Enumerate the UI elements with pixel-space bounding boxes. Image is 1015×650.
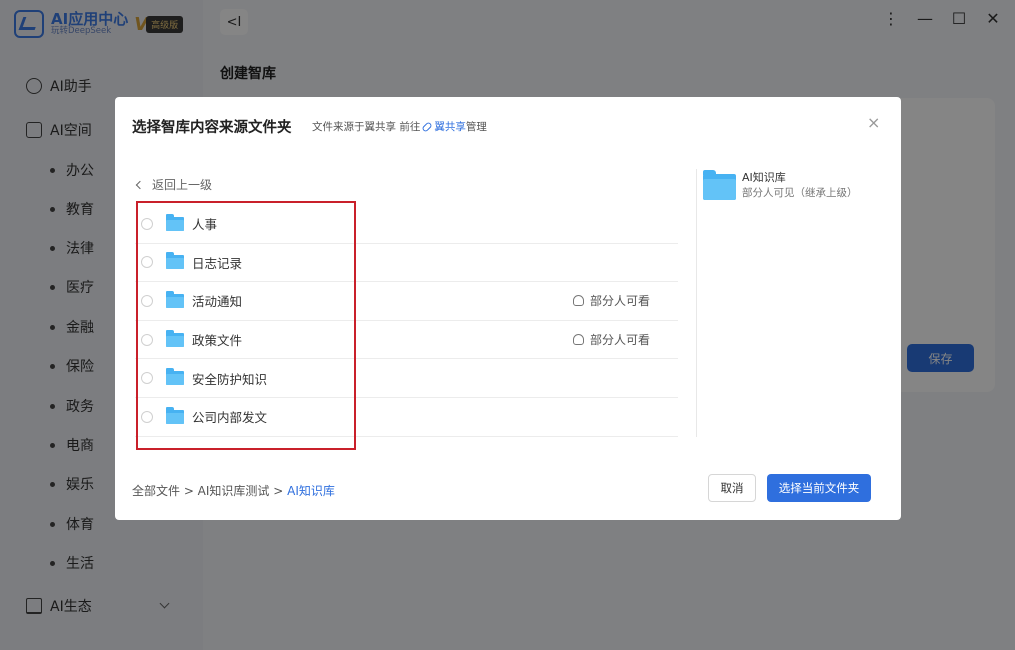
folder-name: 人事 — [192, 217, 218, 233]
folder-row[interactable]: 人事 — [135, 205, 678, 244]
back-to-parent-button[interactable]: 返回上一级 — [135, 176, 213, 193]
link-label: 翼共享 — [434, 121, 466, 133]
folder-radio[interactable] — [141, 372, 153, 385]
folder-icon — [166, 213, 184, 231]
folder-name: 公司内部发文 — [192, 410, 268, 426]
dialog-title: 选择智库内容来源文件夹 — [132, 120, 292, 136]
folder-name: 政策文件 — [192, 333, 243, 349]
note-text: 管理 — [465, 121, 487, 133]
folder-radio[interactable] — [141, 333, 153, 346]
close-dialog-icon[interactable]: × — [867, 113, 880, 132]
panel-divider — [696, 169, 697, 437]
folder-icon — [166, 252, 184, 270]
dialog-note: 文件来源于翼共享 前往 翼共享 管理 — [312, 119, 487, 134]
folder-icon — [166, 290, 184, 308]
folder-row[interactable]: 公司内部发文 — [135, 398, 678, 437]
folder-radio[interactable] — [141, 217, 153, 230]
link-icon — [421, 120, 434, 133]
folder-name: 活动通知 — [192, 294, 243, 310]
folder-row[interactable]: 政策文件 部分人可看 — [135, 321, 678, 360]
users-icon — [572, 334, 584, 346]
folder-name: 安全防护知识 — [192, 371, 268, 387]
access-text: 部分人可看 — [589, 294, 650, 309]
access-label: 部分人可看 — [572, 331, 650, 348]
folder-radio[interactable] — [141, 256, 153, 269]
users-icon — [572, 295, 584, 307]
folder-icon — [703, 170, 736, 200]
folder-icon — [166, 368, 184, 386]
folder-row[interactable]: 日志记录 — [135, 244, 678, 283]
note-text: 文件来源于翼共享 前往 — [312, 121, 421, 133]
current-folder-info: AI知识库 部分人可见（继承上级） — [703, 170, 858, 201]
access-text: 部分人可看 — [589, 333, 650, 348]
folder-row[interactable]: 安全防护知识 — [135, 359, 678, 398]
share-manage-link[interactable]: 翼共享 — [420, 119, 466, 134]
folder-list: 人事 日志记录 活动通知 部分人可看 政策文件 部分人可看 安全防护知识 公司内… — [135, 205, 678, 437]
access-label: 部分人可看 — [572, 292, 650, 309]
folder-radio[interactable] — [141, 410, 153, 423]
folder-icon — [166, 406, 184, 424]
breadcrumb: 全部文件 > AI知识库测试 > AI知识库 — [132, 482, 335, 499]
chevron-left-icon — [135, 180, 145, 189]
current-folder-name: AI知识库 — [742, 171, 786, 184]
folder-row[interactable]: 活动通知 部分人可看 — [135, 282, 678, 321]
back-label: 返回上一级 — [152, 178, 213, 192]
folder-name: 日志记录 — [192, 255, 243, 271]
folder-radio[interactable] — [141, 294, 153, 307]
cancel-button[interactable]: 取消 — [708, 474, 756, 502]
breadcrumb-current: AI知识库 — [287, 484, 335, 498]
folder-icon — [166, 329, 184, 347]
current-folder-visibility: 部分人可见（继承上级） — [742, 186, 858, 199]
breadcrumb-path[interactable]: 全部文件 > AI知识库测试 > — [132, 484, 287, 498]
select-folder-dialog: 选择智库内容来源文件夹 文件来源于翼共享 前往 翼共享 管理 × 返回上一级 人… — [115, 97, 901, 520]
select-current-folder-button[interactable]: 选择当前文件夹 — [767, 474, 871, 502]
